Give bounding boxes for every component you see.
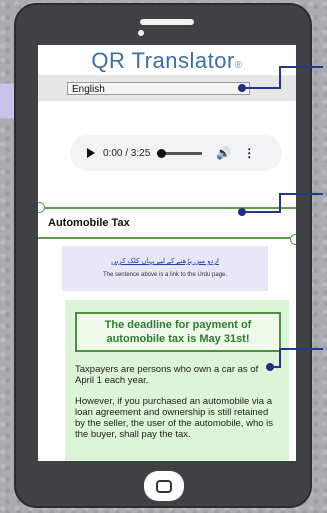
more-options-icon[interactable]: ⋮ [243, 146, 255, 160]
callout-line [279, 193, 323, 195]
app-logo: QR Translator® [38, 47, 296, 75]
urdu-link[interactable]: اردو میں پڑھنے کے لیے یہاں کلک کریں [62, 257, 268, 265]
callout-dot [238, 208, 246, 216]
audio-seek-bar[interactable] [157, 148, 203, 158]
article-content: The deadline for payment of automobile t… [65, 300, 289, 461]
paragraph: Taxpayers are persons who own a car as o… [75, 364, 259, 386]
callout-line [279, 66, 281, 89]
phone-frame: QR Translator® English 0:00 / 3:25 🔊 ⋮ A… [14, 3, 312, 508]
audio-player[interactable]: 0:00 / 3:25 🔊 ⋮ [70, 135, 282, 171]
callout-line [279, 348, 323, 350]
urdu-note: The sentence above is a link to the Urdu… [102, 272, 228, 278]
logo-text: QR Translator [91, 48, 235, 73]
selection-handle-icon [290, 234, 296, 245]
callout-line [279, 66, 323, 68]
play-icon[interactable] [87, 148, 95, 158]
logo-mark: ® [234, 60, 243, 71]
paragraph: However, if you purchased an automobile … [75, 396, 274, 440]
callout-line [279, 348, 281, 368]
callout-line [279, 193, 281, 213]
speaker-icon [140, 19, 194, 25]
callout-line [246, 211, 279, 213]
volume-icon[interactable]: 🔊 [216, 146, 231, 160]
audio-time: 0:00 / 3:25 [103, 147, 151, 159]
language-select[interactable]: English [67, 82, 250, 95]
home-button[interactable] [144, 471, 184, 501]
callout-dot [238, 84, 246, 92]
camera-icon [138, 30, 144, 36]
callout-line [272, 366, 279, 368]
screen: QR Translator® English 0:00 / 3:25 🔊 ⋮ A… [38, 45, 296, 461]
callout-line [246, 87, 279, 89]
urdu-link-box: اردو میں پڑھنے کے لیے یہاں کلک کریں The … [62, 246, 268, 291]
deadline-notice: The deadline for payment of automobile t… [75, 312, 281, 352]
seek-knob[interactable] [157, 148, 167, 158]
home-icon [156, 479, 172, 493]
